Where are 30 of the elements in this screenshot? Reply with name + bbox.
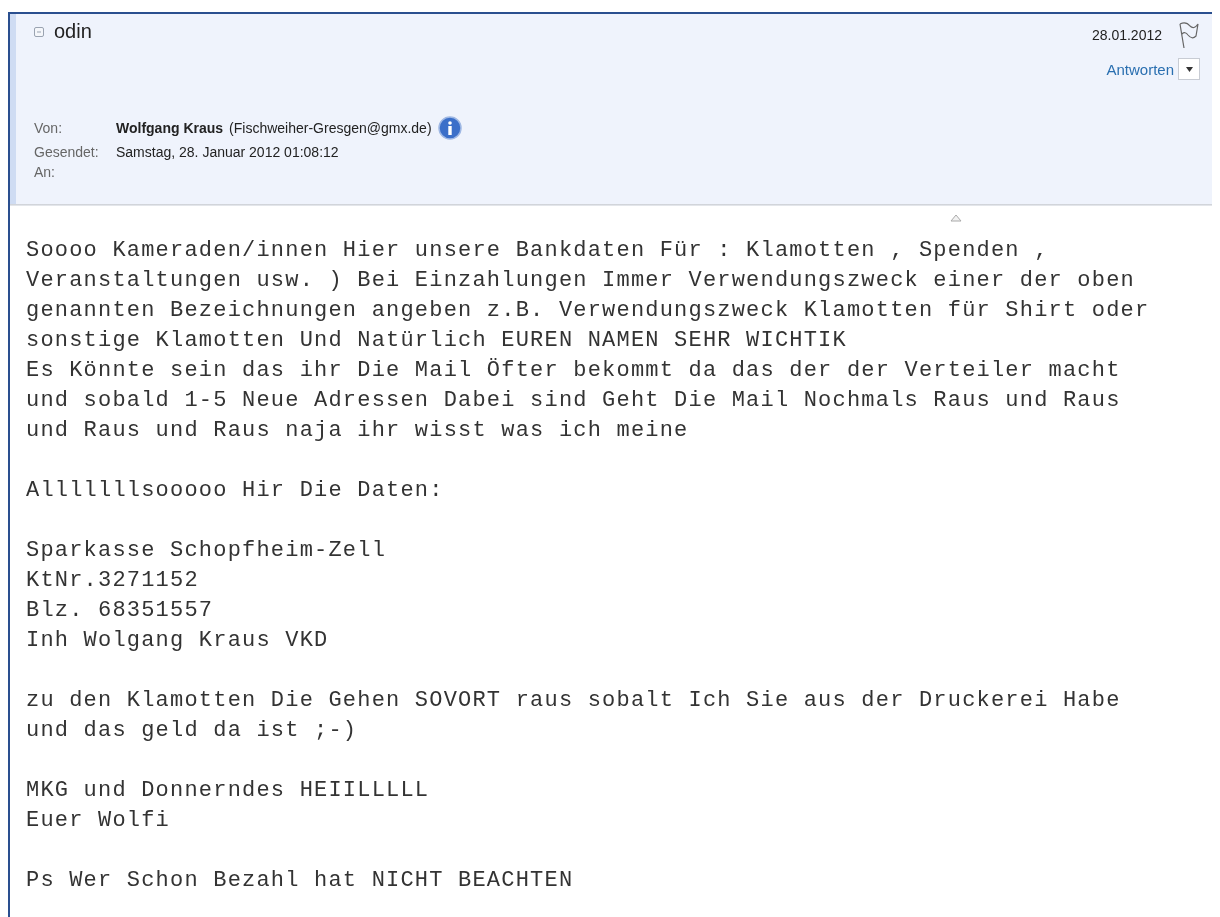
message-text-line: Es Könnte sein das ihr Die Mail Öfter bekommt da das der der Verteiler macht bbox=[26, 357, 1122, 385]
sender-address: (Fischweiher-Gresgen@gmx.de) bbox=[229, 120, 432, 136]
message-subject: odin bbox=[54, 20, 92, 43]
message-text-line: und sobald 1-5 Neue Adressen Dabei sind Geht Die Mail Nochmals Raus und Raus bbox=[26, 387, 1122, 415]
reply-button[interactable]: Antworten bbox=[1106, 60, 1174, 78]
message-text-line: sonstige Klamotten Und Natürlich EUREN NAMEN SEHR WICHTIK bbox=[26, 327, 848, 355]
message-text-line: genannten Bezeichnungen angeben z.B. Verwendungszweck Klamotten für Shirt oder bbox=[26, 297, 1151, 325]
message-text-line: Inh Wolgang Kraus VKD bbox=[26, 627, 330, 655]
caret-icon bbox=[1185, 66, 1193, 72]
message-text-line: und das geld da ist ;-) bbox=[26, 717, 359, 745]
message-text-line: zu den Klamotten Die Gehen SOVORT raus sobalt Ich Sie aus der Druckerei Habe bbox=[26, 687, 1122, 715]
message-text-line: Blz. 68351557 bbox=[26, 597, 215, 625]
message-text-line: Sparkasse Schopfheim-Zell bbox=[26, 537, 388, 565]
sender-name: Wolfgang Kraus bbox=[116, 120, 224, 136]
message-date: 28.01.2012 bbox=[1091, 27, 1162, 43]
message-text-line: Ps Wer Schon Bezahl hat NICHT BEACHTEN bbox=[26, 867, 575, 895]
message-text-line: Euer Wolfi bbox=[26, 807, 172, 835]
from-label: Von: bbox=[34, 120, 64, 136]
reply-options-button[interactable] bbox=[1178, 58, 1200, 80]
flag-icon[interactable] bbox=[1176, 20, 1200, 50]
sent-label: Gesendet: bbox=[34, 144, 100, 160]
message-text-line: Soooo Kameraden/innen Hier unsere Bankdaten Für : Klamotten , Spenden , bbox=[26, 237, 1050, 265]
message-text-line: Veranstaltungen usw. ) Bei Einzahlungen Immer Verwendungszweck einer der oben bbox=[26, 267, 1136, 295]
message-text-line: KtNr.3271152 bbox=[26, 567, 200, 595]
sent-date: Samstag, 28. Januar 2012 01:08:12 bbox=[116, 144, 339, 160]
message-text-line: MKG und Donnerndes HEIILLLLL bbox=[26, 777, 431, 805]
message-text-line: Alllllllsooooo Hir Die Daten: bbox=[26, 477, 445, 505]
message-text-line: und Raus und Raus naja ihr wisst was ich meine bbox=[26, 417, 690, 445]
to-label: An: bbox=[34, 164, 56, 180]
info-icon[interactable] bbox=[437, 116, 462, 140]
